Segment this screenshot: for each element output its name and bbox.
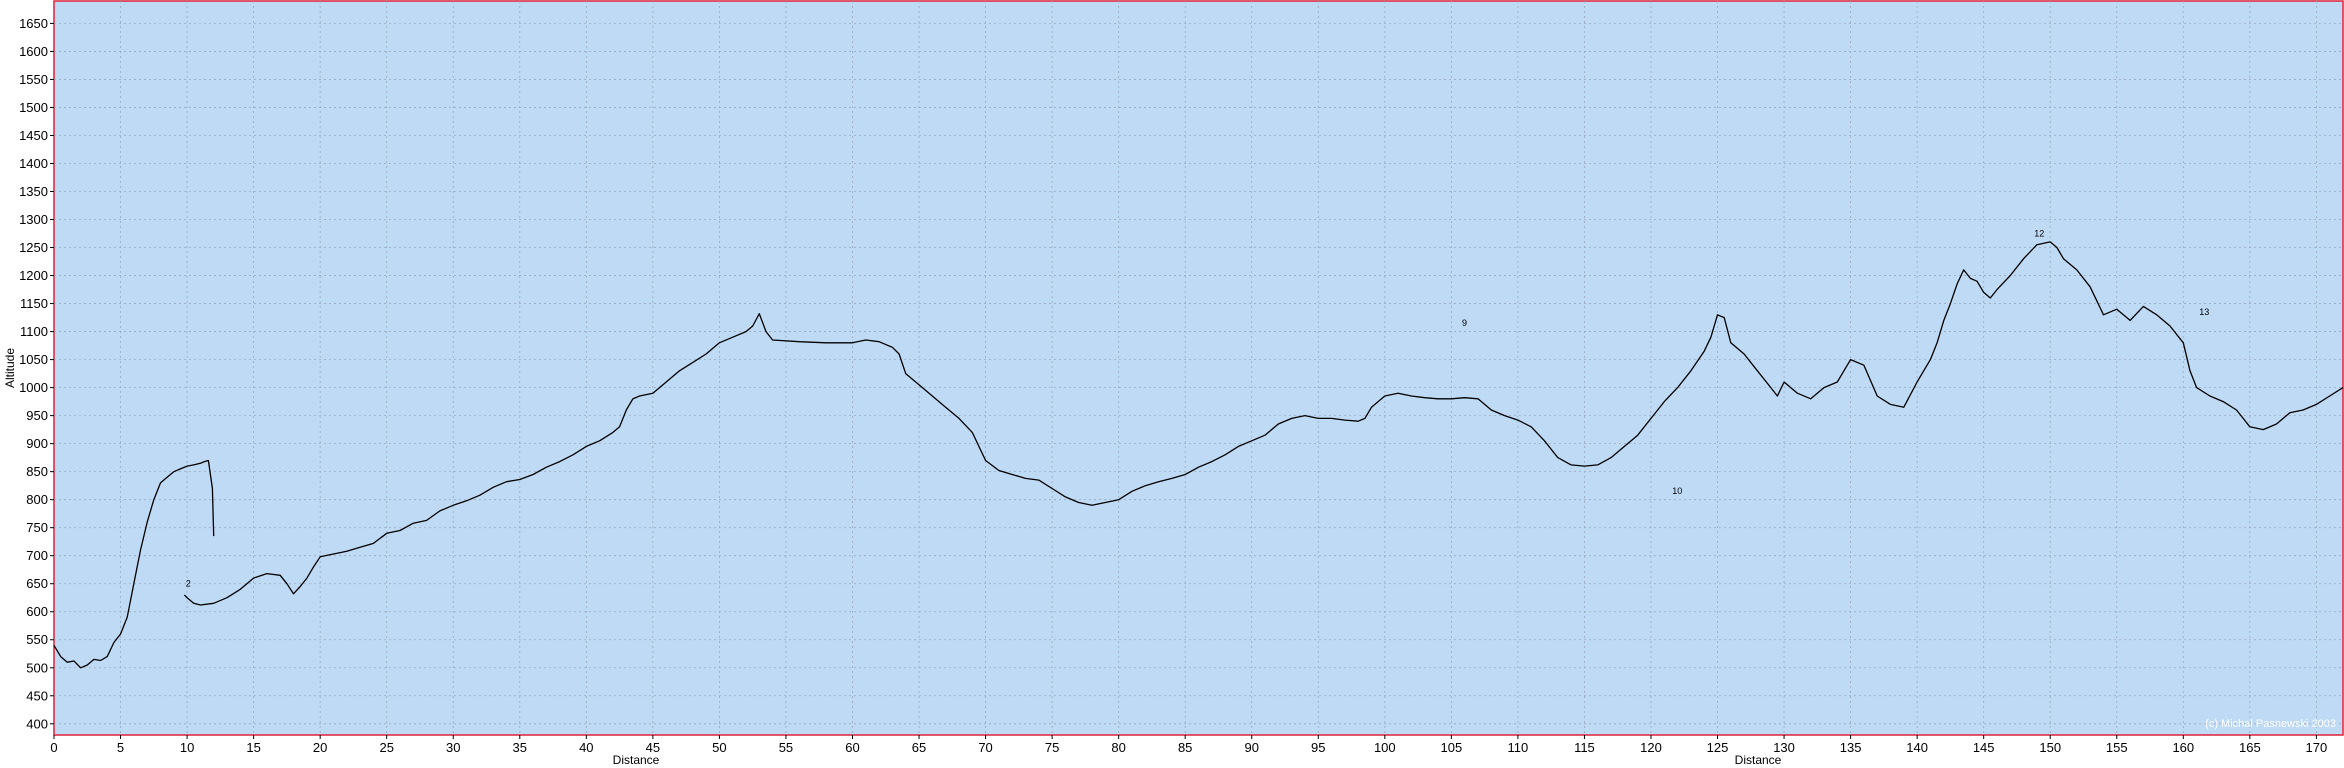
x-axis-ticks: 0 5 10 15 20 25 30 35 40 45 50 55 60 65 70 75 80 85 90 95 10… [50,735,2327,755]
x-tick-label: 70 [978,740,992,755]
y-tick-label: 1000 [19,380,48,395]
waypoint-label: 13 [2199,307,2209,317]
x-tick-label: 120 [1640,740,1662,755]
x-tick-label: 135 [1840,740,1862,755]
altitude-profile-chart: 29101213 0 5 10 15 20 25 30 35 40 45 50 55 60 65 70 75 8… [3,0,2344,767]
x-axis-title-secondary: Distance [1735,753,1782,767]
x-tick-label: 60 [845,740,859,755]
y-tick-label: 700 [26,548,48,563]
y-tick-label: 500 [26,660,48,675]
x-tick-label: 80 [1111,740,1125,755]
y-tick-label: 550 [26,632,48,647]
x-tick-label: 140 [1906,740,1928,755]
waypoint-label: 9 [1462,318,1467,328]
x-tick-label: 25 [379,740,393,755]
x-tick-label: 85 [1178,740,1192,755]
y-tick-label: 750 [26,520,48,535]
x-tick-label: 65 [912,740,926,755]
y-tick-label: 1200 [19,268,48,283]
y-tick-label: 900 [26,436,48,451]
plot-area [53,0,2344,736]
x-tick-label: 110 [1508,740,1529,755]
y-tick-label: 1400 [19,156,48,171]
x-tick-label: 150 [2039,740,2061,755]
x-tick-label: 90 [1244,740,1258,755]
x-tick-label: 115 [1574,740,1595,755]
y-tick-label: 950 [26,408,48,423]
x-tick-label: 55 [779,740,793,755]
y-tick-label: 1300 [19,212,48,227]
x-tick-label: 5 [117,740,124,755]
y-tick-label: 850 [26,464,48,479]
x-tick-label: 105 [1441,740,1463,755]
y-tick-label: 1500 [19,100,48,115]
x-tick-label: 0 [50,740,57,755]
y-tick-label: 650 [26,576,48,591]
y-tick-label: 400 [26,716,48,731]
waypoint-label: 10 [1672,486,1682,496]
y-tick-label: 1050 [19,352,48,367]
waypoint-label: 2 [186,579,191,589]
x-tick-label: 165 [2239,740,2261,755]
waypoint-label: 12 [2034,228,2044,238]
y-axis-title: Altitude [3,348,17,388]
y-tick-label: 1600 [19,44,48,59]
x-tick-label: 10 [180,740,194,755]
x-tick-label: 100 [1374,740,1396,755]
x-tick-label: 125 [1707,740,1729,755]
y-tick-label: 1450 [19,128,48,143]
x-tick-label: 155 [2106,740,2128,755]
x-tick-label: 145 [1973,740,1995,755]
x-tick-label: 170 [2306,740,2328,755]
x-tick-label: 160 [2172,740,2194,755]
x-axis-title: Distance [613,753,660,767]
x-tick-label: 95 [1311,740,1325,755]
x-tick-label: 20 [313,740,327,755]
y-tick-label: 1250 [19,240,48,255]
copyright-text: (c) Michal Pasnewski 2003 [2205,718,2336,730]
y-axis-ticks: 400 450 500 550 600 650 700 750 800 850 900 950 1000… [19,16,54,731]
y-tick-label: 1550 [19,72,48,87]
x-tick-label: 35 [513,740,527,755]
y-tick-label: 1100 [20,324,48,339]
y-tick-label: 600 [26,604,48,619]
x-tick-label: 75 [1045,740,1059,755]
x-tick-label: 50 [712,740,726,755]
y-tick-label: 1350 [19,184,48,199]
x-tick-label: 15 [246,740,260,755]
y-tick-label: 1150 [20,296,48,311]
y-tick-label: 450 [26,688,48,703]
x-tick-label: 40 [579,740,593,755]
y-tick-label: 1650 [19,16,48,31]
x-tick-label: 30 [446,740,460,755]
y-tick-label: 800 [26,492,48,507]
